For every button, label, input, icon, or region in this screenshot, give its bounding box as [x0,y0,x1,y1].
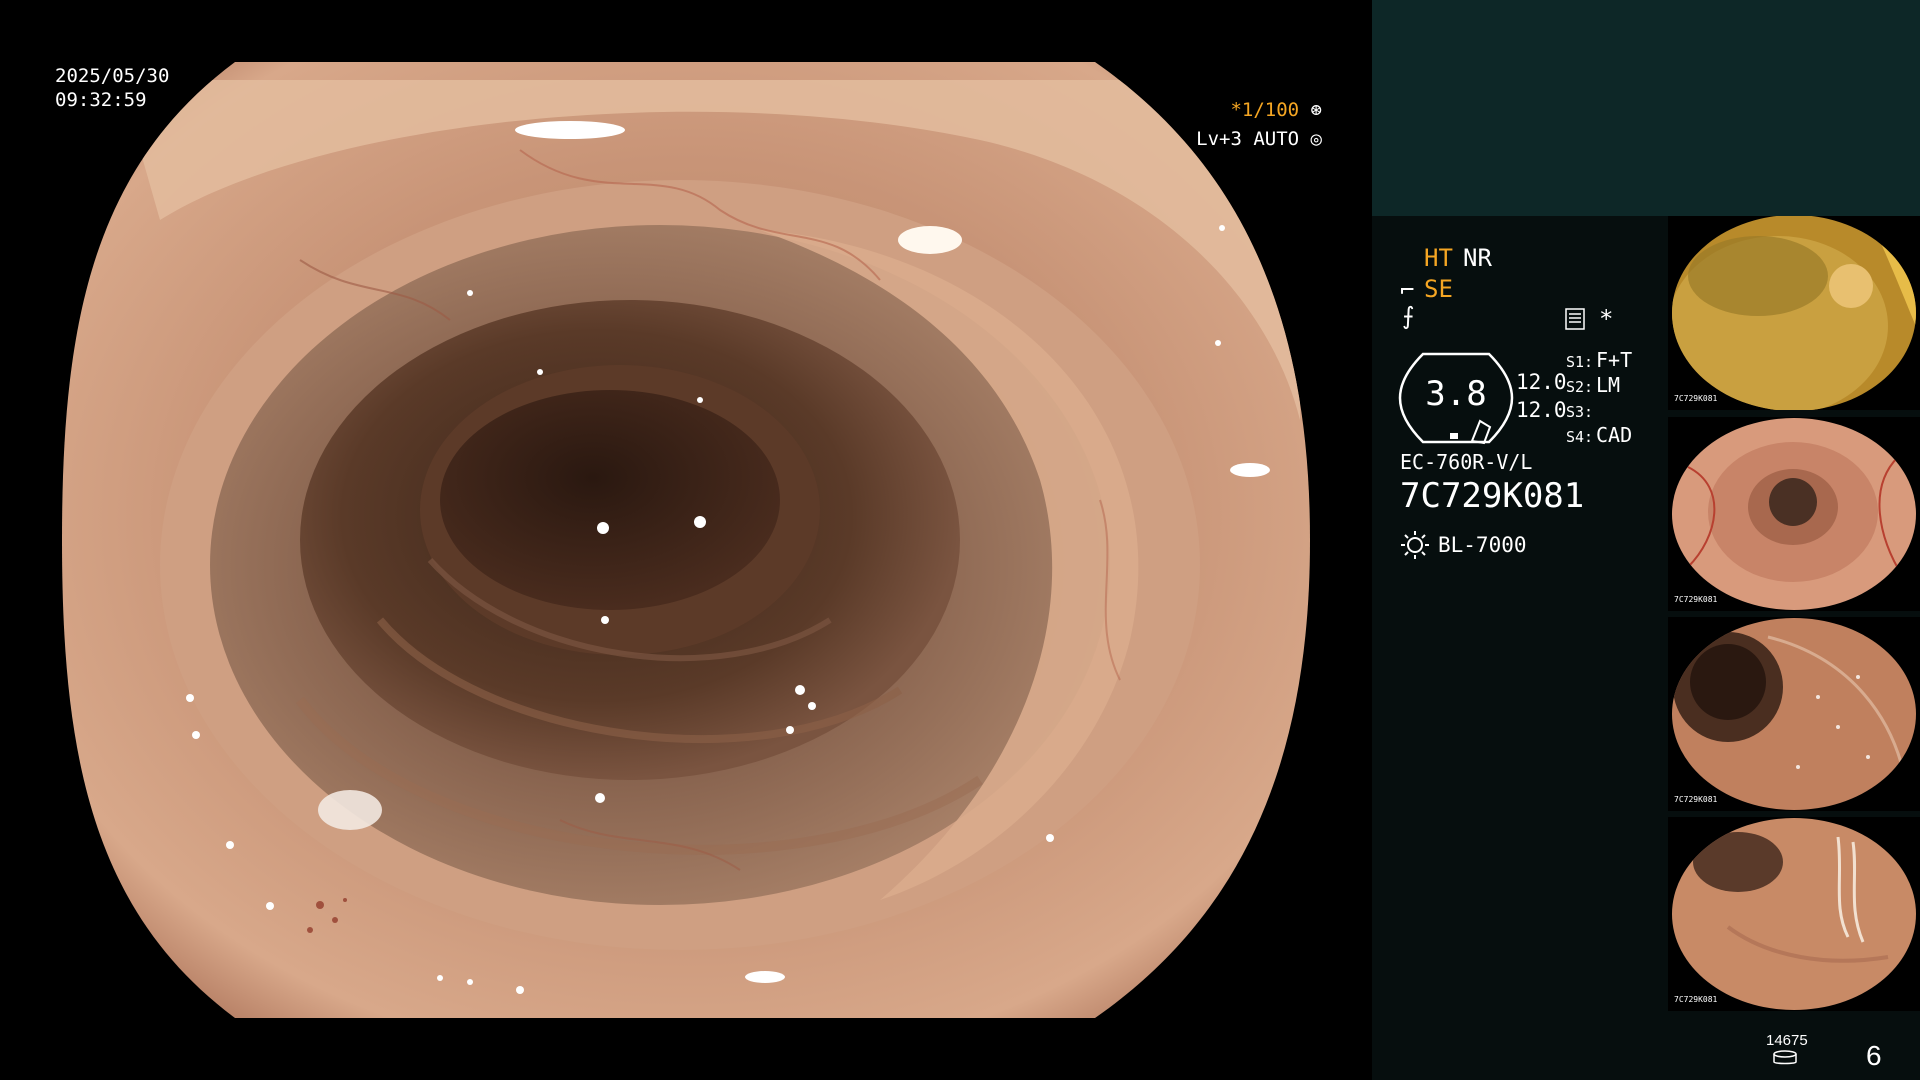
slot-1-value: F+T [1596,348,1633,372]
se-icon: ⌐ [1400,276,1415,304]
thumbnail-caption: 7C729K081 [1674,995,1718,1004]
shutter-text: *1/100 [1230,99,1300,121]
thumbnail-image [1672,818,1916,1010]
scope-model: EC-760R-V/L [1400,450,1533,474]
slot-4-value: CAD [1596,423,1633,447]
star-indicator: * [1599,305,1614,333]
slot-2-value: LM [1596,373,1621,397]
info-panel-header [1372,0,1920,216]
shutter-speed-display: *1/100 ⊛ [1150,98,1322,122]
slot-3-label: S3: [1566,403,1594,421]
date-text: 2025/05/30 [55,65,170,87]
datetime-display: 2025/05/30 09:32:59 [55,64,169,112]
setting-value-2: 12.0 [1516,398,1567,422]
slot-1-label: S1: [1566,353,1594,371]
storage-icon [1773,1050,1797,1065]
slot-2-label: S2: [1566,378,1594,396]
ht-indicator: HT [1424,244,1453,272]
thumbnail-caption: 7C729K081 [1674,595,1718,604]
level-text: Lv+3 AUTO [1196,128,1300,150]
scope-serial: 7C729K081 [1400,476,1585,516]
nr-indicator: NR [1463,244,1492,272]
light-source-icon [1401,531,1429,559]
shutter-icon: ⊛ [1310,99,1322,121]
endoscopic-image [62,62,1310,1018]
captured-thumbnail[interactable]: 7C729K081 [1668,417,1920,611]
slot-4-label: S4: [1566,428,1594,446]
page-number: 6 [1866,1040,1882,1071]
light-source-model: BL-7000 [1438,533,1527,557]
time-text: 09:32:59 [55,89,147,111]
document-icon [1565,308,1585,330]
thumbnail-image [1672,216,1916,410]
zoom-gauge-value: 3.8 [1425,374,1487,414]
endoscope-main-view: 2025/05/30 09:32:59 *1/100 ⊛ Lv+3 AUTO ◎ [0,0,1372,1080]
captured-thumbnail[interactable]: 7C729K081 [1668,617,1920,811]
thumbnail-image [1672,618,1916,810]
captured-thumbnail[interactable]: 7C729K081 [1668,817,1920,1011]
image-count: 14675 [1766,1032,1808,1049]
auto-icon: ◎ [1310,128,1322,150]
se-indicator: SE [1424,275,1453,303]
enhance-icon: ⨍ [1402,302,1415,330]
captured-thumbnail[interactable]: 7C729K081 [1668,216,1920,410]
exposure-level-display: Lv+3 AUTO ◎ [1150,127,1322,151]
thumbnail-caption: 7C729K081 [1674,394,1718,403]
thumbnail-image [1672,418,1916,610]
setting-value-1: 12.0 [1516,370,1567,394]
thumbnail-caption: 7C729K081 [1674,795,1718,804]
